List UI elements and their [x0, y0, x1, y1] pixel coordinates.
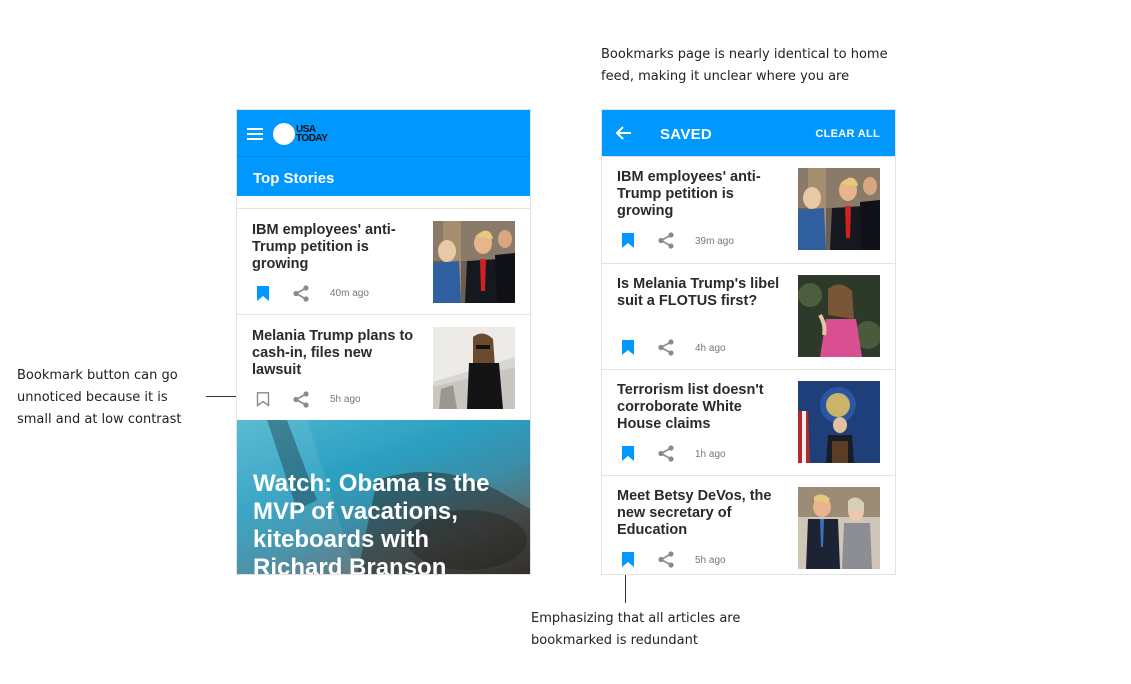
- logo-wordmark: USA TODAY: [296, 124, 328, 144]
- hamburger-icon[interactable]: [247, 128, 263, 140]
- share-icon[interactable]: [292, 285, 310, 302]
- home-article-card[interactable]: Melania Trump plans to cash-in, files ne…: [237, 314, 530, 420]
- bookmark-icon[interactable]: [256, 286, 270, 301]
- annotation-left: Bookmark button can go unnoticed because…: [17, 368, 182, 427]
- share-icon[interactable]: [657, 232, 675, 249]
- home-screen: USA TODAY Top Stories IBM employees' anti…: [236, 109, 531, 575]
- annotation-bottom: Emphasizing that all articles are bookma…: [531, 611, 741, 648]
- saved-article-card[interactable]: IBM employees' anti-Trump petition is gr…: [602, 157, 895, 263]
- article-time: 1h ago: [695, 449, 726, 460]
- article-headline[interactable]: Meet Betsy DeVos, the new secretary of E…: [617, 488, 787, 539]
- hero-headline[interactable]: Watch: Obama is the MVP of vacations, ki…: [253, 470, 523, 574]
- article-headline[interactable]: Melania Trump plans to cash-in, files ne…: [252, 328, 422, 379]
- logo-icon[interactable]: [273, 123, 295, 145]
- article-thumbnail[interactable]: [798, 487, 880, 569]
- bookmark-icon[interactable]: [621, 446, 635, 461]
- article-time: 39m ago: [695, 236, 734, 247]
- share-icon[interactable]: [657, 445, 675, 462]
- home-article-card[interactable]: IBM employees' anti-Trump petition is gr…: [237, 208, 530, 314]
- article-time: 4h ago: [695, 343, 726, 354]
- annotation-top-right: Bookmarks page is nearly identical to ho…: [601, 47, 888, 84]
- page-title: SAVED: [660, 126, 713, 143]
- article-headline[interactable]: Is Melania Trump's libel suit a FLOTUS f…: [617, 276, 787, 310]
- article-thumbnail[interactable]: [798, 275, 880, 357]
- clear-all-button[interactable]: CLEAR ALL: [815, 128, 880, 140]
- article-thumbnail[interactable]: [798, 168, 880, 250]
- article-time: 40m ago: [330, 288, 369, 299]
- article-headline[interactable]: IBM employees' anti-Trump petition is gr…: [252, 222, 417, 273]
- saved-article-card[interactable]: Terrorism list doesn't corroborate White…: [602, 369, 895, 475]
- saved-screen: SAVED CLEAR ALL IBM employees' anti-Trum…: [601, 109, 896, 575]
- saved-appbar: SAVED CLEAR ALL: [602, 110, 895, 156]
- back-arrow-icon[interactable]: [616, 126, 632, 140]
- share-icon[interactable]: [292, 391, 310, 408]
- article-time: 5h ago: [695, 555, 726, 566]
- hero-article[interactable]: Watch: Obama is the MVP of vacations, ki…: [237, 420, 530, 574]
- article-headline[interactable]: Terrorism list doesn't corroborate White…: [617, 382, 782, 433]
- home-appbar: USA TODAY Top Stories: [237, 110, 530, 196]
- saved-article-card[interactable]: Meet Betsy DeVos, the new secretary of E…: [602, 475, 895, 574]
- share-icon[interactable]: [657, 339, 675, 356]
- share-icon[interactable]: [657, 551, 675, 568]
- article-thumbnail[interactable]: [433, 327, 515, 409]
- section-title[interactable]: Top Stories: [253, 170, 334, 187]
- article-thumbnail[interactable]: [433, 221, 515, 303]
- bookmark-icon[interactable]: [621, 340, 635, 355]
- article-thumbnail[interactable]: [798, 381, 880, 463]
- saved-article-card[interactable]: Is Melania Trump's libel suit a FLOTUS f…: [602, 263, 895, 369]
- bookmark-icon[interactable]: [621, 552, 635, 567]
- article-headline[interactable]: IBM employees' anti-Trump petition is gr…: [617, 169, 782, 220]
- article-time: 5h ago: [330, 394, 361, 405]
- bookmark-icon[interactable]: [621, 233, 635, 248]
- bookmark-icon[interactable]: [256, 392, 270, 407]
